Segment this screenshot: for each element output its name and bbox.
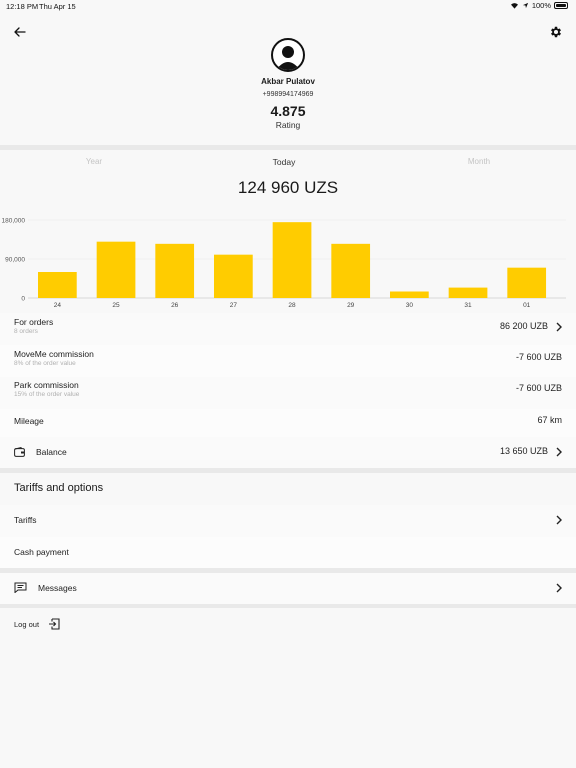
divider — [0, 145, 576, 150]
avatar[interactable] — [271, 38, 305, 72]
cash-payment-row[interactable]: Cash payment — [0, 537, 576, 568]
chart-bar — [155, 243, 195, 298]
tab-month[interactable]: Month — [468, 157, 490, 166]
chart-x-tick-label: 27 — [230, 302, 238, 309]
status-indicators: 100% — [510, 1, 568, 10]
messages-row[interactable]: Messages — [0, 573, 576, 604]
chart-bar — [448, 287, 488, 298]
period-tabs: Year Today Month — [0, 157, 576, 171]
park-commission-note: 15% of the order value — [14, 391, 80, 398]
chevron-right-icon — [556, 515, 562, 525]
for-orders-value: 86 200 UZB — [499, 321, 548, 331]
tab-today[interactable]: Today — [273, 157, 296, 167]
moveme-commission-label: MoveMe commission — [14, 349, 94, 359]
earnings-bar-chart: 0 90,000 180,000 24 25 26 27 28 29 30 31 01 — [2, 218, 566, 309]
chevron-right-icon — [556, 583, 562, 593]
chart-bar — [390, 291, 429, 298]
mileage-row: Mileage 67 km — [0, 409, 576, 437]
rating-value: 4.875 — [270, 103, 306, 119]
wifi-icon — [510, 3, 518, 9]
battery-icon — [554, 2, 568, 9]
message-icon — [14, 582, 27, 593]
moveme-commission-row: MoveMe commission 8% of the order value … — [0, 345, 576, 377]
chart-x-tick-label: 24 — [54, 302, 62, 309]
balance-value: 13 650 UZB — [499, 446, 548, 456]
park-commission-label: Park commission — [14, 380, 79, 390]
park-commission-value: -7 600 UZB — [515, 383, 562, 393]
chart-bar — [214, 254, 253, 298]
chart-x-tick-label: 31 — [464, 302, 472, 309]
driver-name: Akbar Pulatov — [261, 77, 315, 86]
status-date: Thu Apr 15 — [39, 2, 76, 11]
chart-x-tick-label: 29 — [347, 302, 355, 309]
chart-x-tick-label: 25 — [112, 302, 120, 309]
rating-label: Rating — [275, 120, 301, 130]
moveme-commission-value: -7 600 UZB — [515, 352, 562, 362]
moveme-commission-note: 8% of the order value — [14, 360, 76, 367]
chart-y-tick-label: 180,000 — [2, 218, 26, 225]
cash-payment-label: Cash payment — [14, 547, 69, 557]
tab-year[interactable]: Year — [86, 157, 102, 166]
chart-x-tick-label: 26 — [171, 302, 179, 309]
logout-button[interactable]: Log out — [14, 617, 60, 631]
balance-label: Balance — [36, 447, 67, 457]
chevron-right-icon — [556, 322, 562, 332]
total-earnings: 124 960 UZS — [237, 178, 339, 197]
logout-icon — [49, 618, 60, 630]
divider — [0, 604, 576, 608]
for-orders-count: 8 orders — [14, 328, 38, 335]
chart-x-tick-label: 30 — [406, 302, 414, 309]
tariffs-row[interactable]: Tariffs — [0, 505, 576, 537]
logout-label: Log out — [14, 619, 40, 629]
tariffs-section-title: Tariffs and options — [14, 482, 104, 494]
divider — [0, 468, 576, 473]
location-icon — [522, 2, 528, 9]
battery-percent: 100% — [531, 1, 551, 10]
chevron-right-icon — [556, 447, 562, 457]
chart-y-tick-label: 0 — [21, 296, 25, 303]
messages-label: Messages — [38, 583, 77, 593]
chart-bar — [96, 241, 136, 298]
park-commission-row: Park commission 15% of the order value -… — [0, 377, 576, 409]
chart-bar — [38, 272, 77, 298]
chart-bar — [272, 222, 312, 298]
profile-header: Akbar Pulatov +998994174969 4.875 Rating — [0, 38, 576, 130]
tariffs-label: Tariffs — [14, 515, 37, 525]
status-bar: 12:18 PM Thu Apr 15 100% — [0, 0, 576, 12]
mileage-label: Mileage — [14, 416, 44, 426]
avatar-person-icon — [276, 46, 300, 70]
status-time: 12:18 PM — [6, 2, 39, 11]
chart-x-tick-label: 28 — [288, 302, 296, 309]
chart-y-tick-label: 90,000 — [5, 257, 25, 264]
chart-bar — [507, 267, 547, 298]
balance-row[interactable]: Balance 13 650 UZB — [0, 437, 576, 468]
gear-icon — [551, 26, 561, 38]
driver-phone: +998994174969 — [262, 91, 314, 98]
chart-bar — [331, 243, 371, 298]
chart-x-tick-label: 01 — [523, 302, 531, 309]
for-orders-row[interactable]: For orders 8 orders 86 200 UZB — [0, 313, 576, 345]
mileage-value: 67 km — [537, 415, 562, 425]
wallet-icon — [14, 447, 25, 457]
back-arrow-icon — [14, 27, 26, 37]
for-orders-label: For orders — [14, 317, 54, 327]
